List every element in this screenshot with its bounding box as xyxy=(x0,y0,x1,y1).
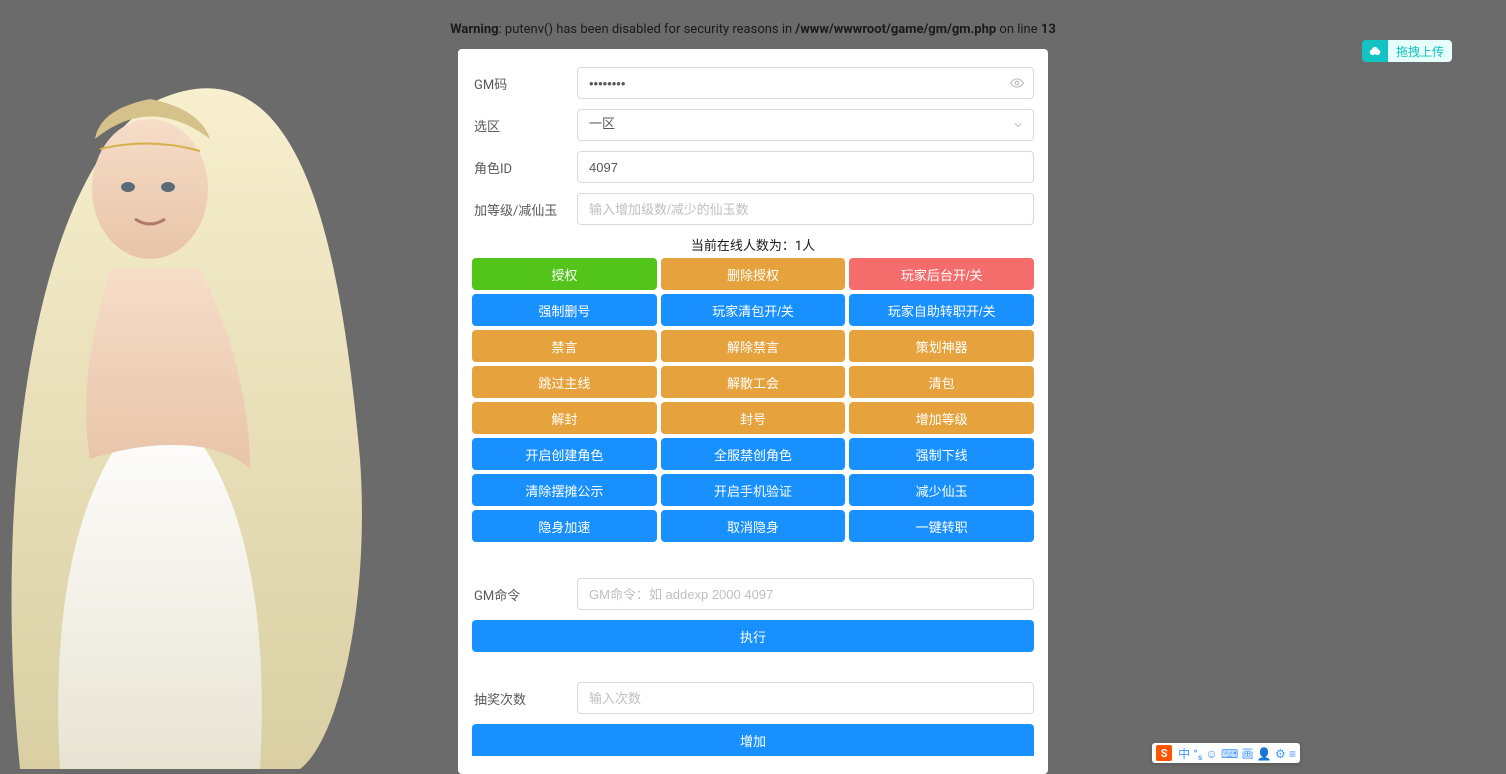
action-button-3[interactable]: 强制删号 xyxy=(472,294,657,326)
action-button-20[interactable]: 减少仙玉 xyxy=(849,474,1034,506)
action-button-4[interactable]: 玩家清包开/关 xyxy=(661,294,846,326)
execute-button[interactable]: 执行 xyxy=(472,620,1034,652)
action-button-19[interactable]: 开启手机验证 xyxy=(661,474,846,506)
add-button[interactable]: 增加 xyxy=(472,724,1034,756)
online-status: 当前在线人数为：1人 xyxy=(472,235,1034,254)
label-zone: 选区 xyxy=(472,116,577,135)
label-lottery: 抽奖次数 xyxy=(472,689,577,708)
ime-logo[interactable]: S xyxy=(1156,745,1172,761)
upload-badge[interactable]: 拖拽上传 xyxy=(1362,40,1452,62)
ime-item-6[interactable]: ⚙ xyxy=(1275,747,1286,761)
select-zone[interactable]: 一区 xyxy=(577,109,1034,141)
action-button-2[interactable]: 玩家后台开/关 xyxy=(849,258,1034,290)
action-buttons: 授权删除授权玩家后台开/关强制删号玩家清包开/关玩家自助转职开/关禁言解除禁言策… xyxy=(472,258,1034,542)
character-illustration xyxy=(0,39,380,769)
label-gm-cmd: GM命令 xyxy=(472,585,577,604)
ime-item-0[interactable]: 中 xyxy=(1178,747,1190,761)
php-warning: Warning: putenv() has been disabled for … xyxy=(0,0,1506,49)
gm-panel: GM码 选区 一区 角色ID 加等级/减仙玉 当前在线人数为：1人 xyxy=(458,49,1048,774)
action-button-22[interactable]: 取消隐身 xyxy=(661,510,846,542)
action-button-7[interactable]: 解除禁言 xyxy=(661,330,846,362)
ime-toolbar: S 中 °₅ ☺ ⌨ 画 👤 ⚙ ≡ xyxy=(1152,743,1300,763)
action-button-9[interactable]: 跳过主线 xyxy=(472,366,657,398)
action-button-14[interactable]: 增加等级 xyxy=(849,402,1034,434)
ime-item-3[interactable]: ⌨ xyxy=(1221,747,1238,761)
action-button-18[interactable]: 清除摆摊公示 xyxy=(472,474,657,506)
action-button-8[interactable]: 策划神器 xyxy=(849,330,1034,362)
chevron-down-icon xyxy=(1012,119,1024,131)
action-button-6[interactable]: 禁言 xyxy=(472,330,657,362)
cloud-icon xyxy=(1362,40,1388,62)
input-role-id[interactable] xyxy=(577,151,1034,183)
eye-icon[interactable] xyxy=(1010,76,1024,90)
action-button-11[interactable]: 清包 xyxy=(849,366,1034,398)
label-gm-code: GM码 xyxy=(472,74,577,93)
ime-item-7[interactable]: ≡ xyxy=(1289,747,1296,761)
action-button-13[interactable]: 封号 xyxy=(661,402,846,434)
row-role-id: 角色ID xyxy=(472,151,1034,183)
action-button-17[interactable]: 强制下线 xyxy=(849,438,1034,470)
row-gm-code: GM码 xyxy=(472,67,1034,99)
action-button-23[interactable]: 一键转职 xyxy=(849,510,1034,542)
ime-item-5[interactable]: 👤 xyxy=(1257,747,1272,761)
row-zone: 选区 一区 xyxy=(472,109,1034,141)
label-role-id: 角色ID xyxy=(472,158,577,177)
row-level: 加等级/减仙玉 xyxy=(472,193,1034,225)
row-gm-cmd: GM命令 xyxy=(472,578,1034,610)
action-button-16[interactable]: 全服禁创角色 xyxy=(661,438,846,470)
action-button-10[interactable]: 解散工会 xyxy=(661,366,846,398)
action-button-5[interactable]: 玩家自助转职开/关 xyxy=(849,294,1034,326)
input-gm-cmd[interactable] xyxy=(577,578,1034,610)
input-level[interactable] xyxy=(577,193,1034,225)
input-lottery[interactable] xyxy=(577,682,1034,714)
action-button-1[interactable]: 删除授权 xyxy=(661,258,846,290)
row-lottery: 抽奖次数 xyxy=(472,682,1034,714)
ime-item-1[interactable]: °₅ xyxy=(1193,747,1202,761)
ime-item-2[interactable]: ☺ xyxy=(1205,747,1217,761)
label-level: 加等级/减仙玉 xyxy=(472,200,577,219)
action-button-12[interactable]: 解封 xyxy=(472,402,657,434)
action-button-15[interactable]: 开启创建角色 xyxy=(472,438,657,470)
upload-badge-label: 拖拽上传 xyxy=(1388,40,1452,62)
action-button-0[interactable]: 授权 xyxy=(472,258,657,290)
ime-item-4[interactable]: 画 xyxy=(1242,747,1254,761)
action-button-21[interactable]: 隐身加速 xyxy=(472,510,657,542)
input-gm-code[interactable] xyxy=(577,67,1034,99)
